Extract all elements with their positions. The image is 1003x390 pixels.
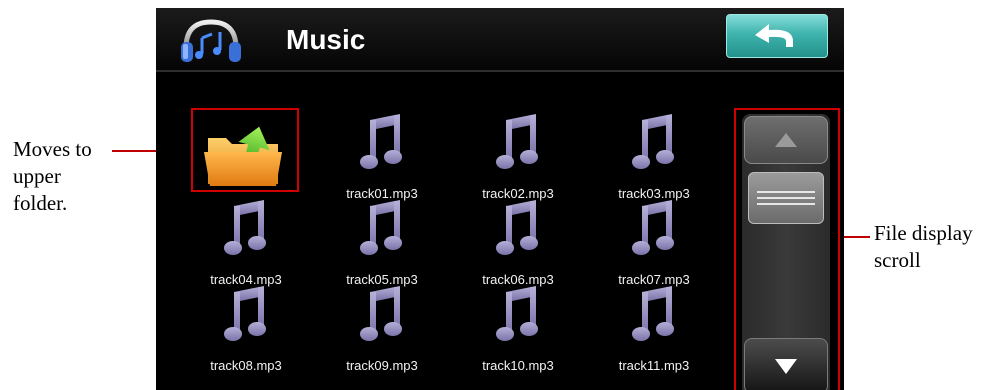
scroll-thumb[interactable]: [748, 172, 824, 224]
music-note-icon: [632, 200, 674, 255]
header-bar: Music: [156, 8, 844, 72]
music-note-icon: [496, 286, 538, 341]
music-note-icon: [360, 286, 402, 341]
callout-scroll-line2: scroll: [874, 248, 921, 272]
callout-scroll-leader: [840, 236, 870, 238]
music-note-icon: [224, 286, 266, 341]
music-note-icon: [496, 200, 538, 255]
back-button[interactable]: [726, 14, 828, 58]
file-item[interactable]: track03.mp3: [594, 108, 714, 202]
callout-upper-folder: Moves to upper folder.: [13, 136, 92, 217]
scroll-up-button[interactable]: [744, 116, 828, 164]
callout-upper-folder-line1: Moves to: [13, 137, 92, 161]
back-arrow-icon: [755, 24, 793, 47]
file-item[interactable]: track08.mp3: [186, 280, 306, 374]
triangle-down-icon: [775, 359, 797, 374]
callout-scroll: File display scroll: [874, 220, 973, 274]
file-item[interactable]: track11.mp3: [594, 280, 714, 374]
file-label: track08.mp3: [210, 358, 282, 373]
file-label: track11.mp3: [618, 358, 690, 373]
headphones-icon: [181, 19, 241, 62]
grip-lines-icon: [757, 191, 815, 205]
file-item[interactable]: track10.mp3: [458, 280, 578, 374]
callout-scroll-line1: File display: [874, 221, 973, 245]
music-note-icon: [360, 114, 402, 169]
upper-folder-highlight: [191, 108, 299, 192]
file-item[interactable]: track01.mp3: [322, 108, 442, 202]
file-label: track09.mp3: [346, 358, 418, 373]
file-item[interactable]: track07.mp3: [594, 194, 714, 288]
file-item[interactable]: track04.mp3: [186, 194, 306, 288]
file-item[interactable]: track02.mp3: [458, 108, 578, 202]
music-note-icon: [360, 200, 402, 255]
file-item[interactable]: track05.mp3: [322, 194, 442, 288]
file-item[interactable]: track06.mp3: [458, 194, 578, 288]
triangle-up-icon: [775, 133, 797, 147]
music-note-icon: [632, 114, 674, 169]
file-item[interactable]: track09.mp3: [322, 280, 442, 374]
scroll-down-button[interactable]: [744, 338, 828, 390]
music-note-icon: [224, 200, 266, 255]
page-title: Music: [286, 24, 366, 55]
callout-upper-folder-line3: folder.: [13, 191, 68, 215]
music-note-icon: [632, 286, 674, 341]
music-screen: Music track01.mp3 track02.mp3 track03.mp…: [156, 8, 844, 390]
callout-upper-folder-line2: upper: [13, 164, 61, 188]
music-note-icon: [496, 114, 538, 169]
file-label: track10.mp3: [482, 358, 554, 373]
